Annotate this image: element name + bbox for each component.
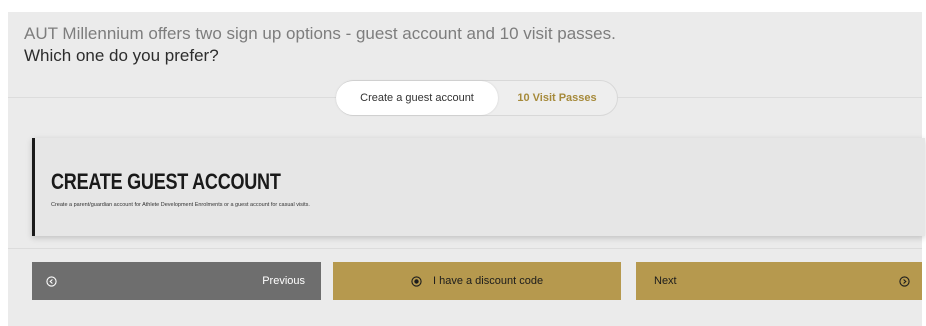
arrow-right-circle-icon xyxy=(899,262,910,300)
arrow-left-circle-icon xyxy=(46,262,57,300)
guest-account-card: CREATE GUEST ACCOUNT Create a parent/gua… xyxy=(32,138,925,236)
signup-option-tabs: Create a guest account 10 Visit Passes xyxy=(336,80,618,116)
previous-label: Previous xyxy=(262,275,305,287)
radio-dot-icon xyxy=(411,275,425,287)
card-description: Create a parent/guardian account for Ath… xyxy=(51,202,310,208)
previous-button[interactable]: Previous xyxy=(32,262,321,300)
intro-text: AUT Millennium offers two sign up option… xyxy=(24,24,616,43)
divider xyxy=(8,248,922,249)
next-label: Next xyxy=(654,275,677,287)
next-button[interactable]: Next xyxy=(636,262,922,300)
question-text: Which one do you prefer? xyxy=(24,46,219,65)
discount-code-button[interactable]: I have a discount code xyxy=(333,262,621,300)
tab-create-guest-account[interactable]: Create a guest account xyxy=(336,81,498,115)
card-title: CREATE GUEST ACCOUNT xyxy=(51,169,281,194)
tab-10-visit-passes[interactable]: 10 Visit Passes xyxy=(498,81,616,115)
discount-label: I have a discount code xyxy=(432,275,544,287)
